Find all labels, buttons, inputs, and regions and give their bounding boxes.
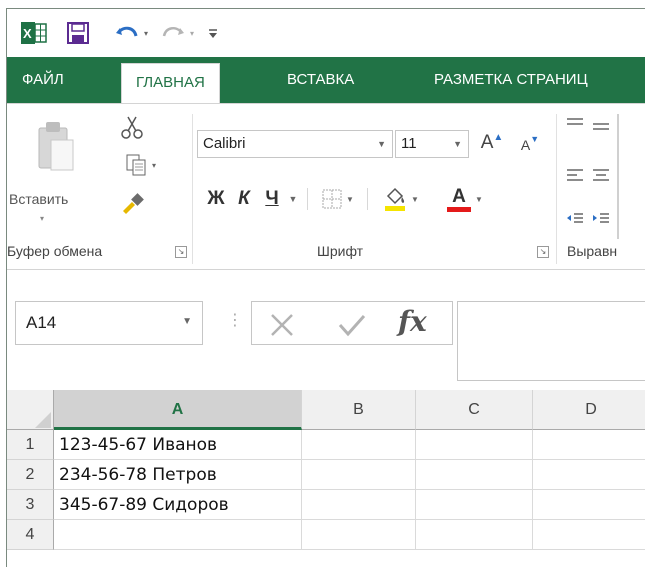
increase-indent-icon[interactable] — [591, 208, 611, 228]
column-header-b[interactable]: B — [302, 390, 416, 430]
fill-color-icon — [385, 187, 406, 211]
shrink-font-button[interactable]: A ▼ — [515, 130, 545, 160]
cell-a3-value: 345-67-89 Сидоров — [59, 495, 229, 515]
select-all-button[interactable] — [7, 390, 54, 430]
cell-d1[interactable] — [533, 430, 645, 460]
cut-icon[interactable] — [119, 114, 145, 140]
group-label-font: Шрифт — [317, 243, 364, 259]
font-color-letter: A — [452, 185, 466, 207]
svg-text:X: X — [23, 26, 32, 41]
cell-b1[interactable] — [302, 430, 416, 460]
cell-b4[interactable] — [302, 520, 416, 550]
group-separator — [192, 114, 193, 264]
row-header-2[interactable]: 2 — [7, 460, 54, 490]
bold-button[interactable]: Ж — [205, 184, 227, 214]
name-box[interactable]: A14 ▼ — [15, 301, 203, 345]
align-middle-icon[interactable] — [591, 116, 611, 136]
separator — [307, 188, 308, 210]
font-launcher-icon[interactable]: ↘ — [537, 246, 549, 258]
excel-logo-icon[interactable]: X — [19, 19, 49, 47]
name-box-value: A14 — [26, 313, 57, 332]
clipboard-launcher-icon[interactable]: ↘ — [175, 246, 187, 258]
align-top-icon[interactable] — [565, 116, 585, 136]
row-header-3[interactable]: 3 — [7, 490, 54, 520]
formula-input[interactable] — [457, 301, 645, 381]
enter-icon[interactable] — [336, 311, 368, 339]
cell-a4[interactable] — [54, 520, 302, 550]
insert-function-button[interactable]: fx — [398, 304, 427, 340]
row-header-1[interactable]: 1 — [7, 430, 54, 460]
column-header-d[interactable]: D — [533, 390, 645, 430]
chevron-down-icon: ▼ — [182, 316, 192, 327]
fill-color-button[interactable]: ▼ — [373, 184, 429, 214]
redo-icon[interactable]: ▾ — [157, 19, 197, 47]
font-size-select[interactable]: 11 ▼ — [395, 130, 469, 158]
paste-dropdown-icon[interactable]: ▾ — [40, 214, 44, 223]
tab-page-layout[interactable]: РАЗМЕТКА СТРАНИЦ — [434, 57, 588, 103]
group-label-clipboard: Буфер обмена — [7, 243, 103, 259]
excel-window: X ▾ ▾ ФАЙЛ ГЛАВНАЯ ВСТАВКА РАЗМЕТКА СТРА… — [6, 8, 645, 567]
grow-font-button[interactable]: A ▲ — [477, 128, 507, 158]
font-color-button[interactable]: A ▼ — [437, 184, 493, 214]
group-separator — [556, 114, 557, 264]
copy-icon[interactable]: ▾ — [117, 152, 165, 178]
align-left-icon[interactable] — [565, 166, 585, 186]
cell-d2[interactable] — [533, 460, 645, 490]
grow-font-letter: A — [480, 132, 494, 153]
shrink-font-letter: A — [520, 137, 531, 153]
paste-button[interactable]: Вставить — [9, 191, 68, 207]
spreadsheet-grid: A B C D 1 123-45-67 Иванов 2 234-56-78 П… — [7, 390, 645, 567]
formula-buttons: fx — [251, 301, 453, 345]
save-icon[interactable] — [63, 19, 93, 47]
separator — [367, 188, 368, 210]
font-name-select[interactable]: Calibri ▼ — [197, 130, 393, 158]
column-header-a[interactable]: A — [54, 390, 302, 430]
chevron-down-icon: ▼ — [453, 139, 462, 149]
decrease-indent-icon[interactable] — [565, 208, 585, 228]
quick-access-toolbar: X ▾ ▾ — [7, 9, 645, 57]
cell-c1[interactable] — [416, 430, 533, 460]
tab-file[interactable]: ФАЙЛ — [22, 57, 64, 103]
font-name-value: Calibri — [203, 135, 246, 152]
cell-a1-value: 123-45-67 Иванов — [59, 435, 218, 455]
column-header-c[interactable]: C — [416, 390, 533, 430]
chevron-down-icon: ▼ — [377, 139, 386, 149]
ribbon-home: Вставить ▾ ▾ Буфер обмена ↘ Calibri ▼ 11… — [7, 103, 645, 270]
formula-bar: A14 ▼ ⋮ fx — [7, 271, 645, 388]
borders-button[interactable]: ▼ — [313, 184, 363, 214]
cell-d4[interactable] — [533, 520, 645, 550]
cell-b3[interactable] — [302, 490, 416, 520]
underline-dropdown-icon[interactable]: ▼ — [285, 184, 301, 214]
cancel-icon[interactable] — [268, 311, 296, 339]
cell-a2-value: 234-56-78 Петров — [59, 465, 217, 485]
font-size-value: 11 — [401, 135, 417, 152]
borders-icon — [322, 189, 342, 209]
cell-b2[interactable] — [302, 460, 416, 490]
tab-insert[interactable]: ВСТАВКА — [287, 57, 354, 103]
font-color-bar — [447, 206, 472, 212]
ribbon-tabs: ФАЙЛ ГЛАВНАЯ ВСТАВКА РАЗМЕТКА СТРАНИЦ — [7, 57, 645, 104]
tab-home[interactable]: ГЛАВНАЯ — [121, 63, 220, 104]
cell-c3[interactable] — [416, 490, 533, 520]
cell-c2[interactable] — [416, 460, 533, 490]
cell-d3[interactable] — [533, 490, 645, 520]
more-options-icon: ⋮ — [227, 312, 243, 329]
paste-icon[interactable] — [35, 118, 75, 173]
row-header-4[interactable]: 4 — [7, 520, 54, 550]
italic-button[interactable]: К — [233, 184, 255, 214]
customize-icon[interactable] — [205, 19, 221, 47]
align-center-icon[interactable] — [591, 166, 611, 186]
group-label-alignment: Выравн — [567, 243, 618, 259]
undo-icon[interactable]: ▾ — [111, 19, 151, 47]
cell-c4[interactable] — [416, 520, 533, 550]
format-painter-icon[interactable] — [119, 190, 145, 216]
separator — [617, 114, 619, 239]
underline-button[interactable]: Ч — [261, 184, 283, 214]
